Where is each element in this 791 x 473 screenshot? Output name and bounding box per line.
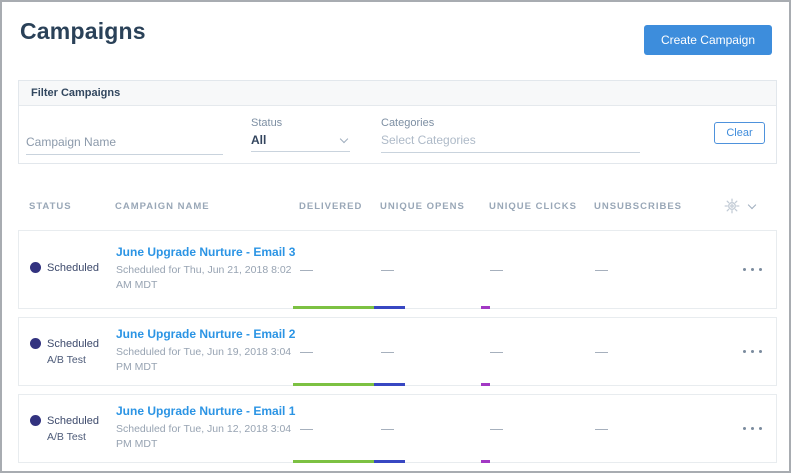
delivered-bar — [293, 383, 374, 386]
column-header-status: Status — [18, 201, 115, 212]
categories-input[interactable] — [381, 133, 640, 153]
unsubscribes-value: — — [595, 421, 725, 436]
column-header-unique-opens: Unique Opens — [380, 201, 489, 212]
unique-clicks-value: — — [490, 421, 595, 436]
delivered-value: — — [300, 262, 381, 277]
gear-icon — [724, 198, 740, 214]
status-label: Scheduled — [47, 415, 99, 427]
unique-clicks-value: — — [490, 262, 595, 277]
campaign-name-cell: June Upgrade Nurture - Email 2 Scheduled… — [116, 318, 300, 375]
status-label: Scheduled — [47, 262, 99, 274]
campaign-name-cell: June Upgrade Nurture - Email 3 Scheduled… — [116, 231, 300, 293]
campaign-schedule-text: Scheduled for Tue, Jun 19, 2018 3:04 PM … — [116, 345, 302, 375]
chevron-down-icon — [340, 134, 348, 142]
table-settings-button[interactable] — [724, 198, 780, 214]
chevron-down-icon — [748, 200, 756, 208]
table-row: Scheduled A/B Test June Upgrade Nurture … — [18, 394, 777, 463]
table-row: Scheduled June Upgrade Nurture - Email 3… — [18, 230, 777, 309]
clear-filters-button[interactable]: Clear — [714, 122, 765, 144]
unique-clicks-value: — — [490, 344, 595, 359]
campaigns-page: Campaigns Create Campaign Filter Campaig… — [0, 0, 791, 473]
unique-opens-value: — — [381, 421, 490, 436]
column-header-unique-clicks: Unique Clicks — [489, 201, 594, 212]
opens-bar — [374, 383, 405, 386]
campaign-name-link[interactable]: June Upgrade Nurture - Email 3 — [116, 245, 295, 259]
categories-filter-label: Categories — [381, 117, 640, 129]
opens-bar — [374, 306, 405, 309]
status-cell: Scheduled — [19, 262, 116, 278]
row-actions-menu-button[interactable] — [741, 346, 764, 357]
row-actions-menu-button[interactable] — [741, 423, 764, 434]
column-header-unsubscribes: Unsubscribes — [594, 201, 724, 212]
campaign-name-input[interactable] — [26, 135, 223, 155]
campaign-schedule-text: Scheduled for Thu, Jun 21, 2018 8:02 AM … — [116, 263, 302, 293]
clicks-bar — [481, 383, 490, 386]
ab-test-label: A/B Test — [47, 354, 116, 366]
campaign-name-link[interactable]: June Upgrade Nurture - Email 2 — [116, 327, 295, 341]
table-header: Status Campaign Name Delivered Unique Op… — [18, 196, 777, 216]
scheduled-status-dot-icon — [30, 262, 41, 273]
filter-panel-title: Filter Campaigns — [19, 81, 776, 106]
column-header-campaign-name: Campaign Name — [115, 201, 299, 212]
row-actions-menu-button[interactable] — [741, 264, 764, 275]
delivered-bar — [293, 306, 374, 309]
unsubscribes-value: — — [595, 344, 725, 359]
campaign-schedule-text: Scheduled for Tue, Jun 12, 2018 3:04 PM … — [116, 422, 302, 452]
status-label: Scheduled — [47, 338, 99, 350]
table-row: Scheduled A/B Test June Upgrade Nurture … — [18, 317, 777, 386]
scheduled-status-dot-icon — [30, 338, 41, 349]
unique-opens-value: — — [381, 262, 490, 277]
ab-test-label: A/B Test — [47, 431, 116, 443]
filter-body: Status All Categories Clear — [19, 106, 776, 163]
opens-bar — [374, 460, 405, 463]
column-header-delivered: Delivered — [299, 201, 380, 212]
campaign-name-link[interactable]: June Upgrade Nurture - Email 1 — [116, 404, 295, 418]
filter-panel: Filter Campaigns Status All Categories C… — [18, 80, 777, 164]
campaign-name-cell: June Upgrade Nurture - Email 1 Scheduled… — [116, 395, 300, 452]
delivered-value: — — [300, 421, 381, 436]
scheduled-status-dot-icon — [30, 415, 41, 426]
status-filter-value: All — [251, 133, 266, 147]
status-cell: Scheduled A/B Test — [19, 338, 116, 366]
create-campaign-button[interactable]: Create Campaign — [644, 25, 772, 55]
page-title: Campaigns — [20, 18, 146, 45]
status-filter-label: Status — [251, 117, 350, 129]
delivered-value: — — [300, 344, 381, 359]
clicks-bar — [481, 460, 490, 463]
clicks-bar — [481, 306, 490, 309]
campaigns-table: Scheduled June Upgrade Nurture - Email 3… — [18, 230, 777, 471]
status-cell: Scheduled A/B Test — [19, 415, 116, 443]
unique-opens-value: — — [381, 344, 490, 359]
unsubscribes-value: — — [595, 262, 725, 277]
delivered-bar — [293, 460, 374, 463]
status-filter-select[interactable]: All — [251, 133, 350, 152]
